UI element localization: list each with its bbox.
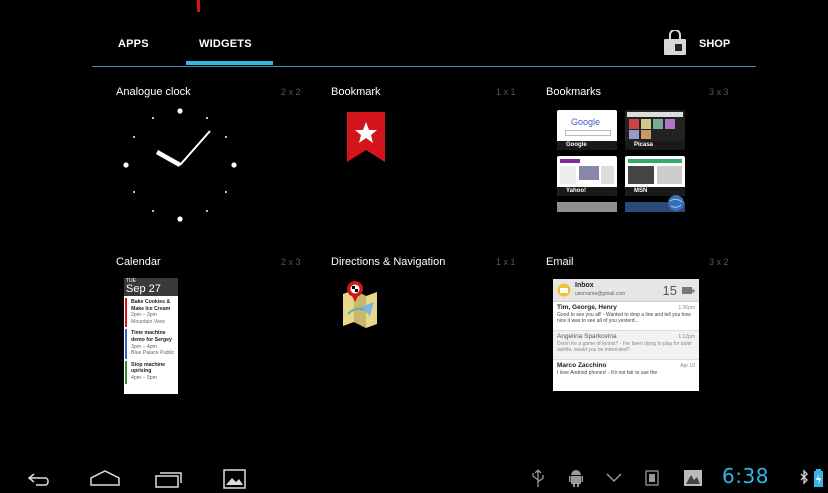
event-title: Stop machine uprising [131, 361, 166, 375]
event-place: Mountain View [131, 318, 165, 325]
event-time: 4pm – 5pm [131, 374, 157, 381]
thumb-sidebar [601, 166, 614, 184]
calendar-event: Stop machine uprising 4pm – 5pm [125, 360, 177, 384]
calendar-preview[interactable]: TUE Sep 27 Bake Cookies & Make Ice Cream… [124, 278, 178, 394]
email-folder: Inbox [575, 282, 594, 289]
tab-apps[interactable]: APPS [118, 38, 149, 50]
system-bar [0, 457, 828, 493]
widget-title-bookmarks: Bookmarks [546, 86, 602, 98]
android-debug-icon [569, 470, 583, 487]
email-account: username@gmail.com [575, 291, 626, 297]
email-message: Tim, George, Henry 1:36pm Good to see yo… [553, 302, 699, 331]
email-snippet: I love Android phones! - It's not fair t… [557, 370, 658, 376]
recent-apps-icon[interactable] [154, 470, 184, 488]
event-title: Bake Cookies & Make Ice Cream [131, 299, 171, 312]
globe-icon [668, 195, 684, 211]
tab-widgets[interactable]: WIDGETS [199, 38, 252, 50]
usb-icon [532, 469, 544, 487]
thumb-header [560, 159, 580, 163]
back-icon[interactable] [26, 472, 54, 486]
widget-title-analogue-clock: Analogue clock [116, 86, 191, 98]
email-sender: Tim, George, Henry [557, 304, 617, 311]
sd-card-icon [645, 470, 659, 486]
event-time: 3pm – 4pm [131, 343, 157, 350]
widget-title-bookmark: Bookmark [331, 86, 381, 98]
event-title: Time machine demo for Sergey [131, 330, 172, 343]
calendar-event: Time machine demo for Sergey 3pm – 4pm B… [125, 329, 177, 359]
bookmark-thumb-partial [557, 202, 617, 212]
thumb-text [657, 166, 682, 184]
widget-title-directions: Directions & Navigation [331, 256, 446, 268]
clock-icon[interactable] [120, 106, 240, 224]
bookmark-thumb-picasa[interactable]: Picasa [625, 110, 685, 150]
event-place: Blue Palace Public [131, 350, 175, 357]
thumb-sidebar [560, 166, 576, 184]
widget-title-calendar: Calendar [116, 256, 161, 268]
notification-marker [197, 0, 200, 12]
bookmark-caption: Yahoo! [557, 187, 617, 196]
thumb-photo [641, 119, 651, 129]
widget-size-bookmarks: 3 x 3 [709, 87, 729, 97]
email-header: Inbox username@gmail.com 15 [553, 279, 699, 302]
screenshot-icon[interactable] [223, 469, 246, 489]
gallery-notification-icon [684, 470, 702, 486]
device-frame [0, 0, 828, 493]
email-sender: Marco Zacchino [557, 362, 607, 369]
google-search-box [565, 130, 611, 136]
email-unread-count: 15 [662, 283, 677, 298]
widget-size-email: 3 x 2 [709, 257, 729, 267]
widget-size-analogue-clock: 2 x 2 [281, 87, 301, 97]
thumb-photo [665, 119, 675, 129]
inbox-icon [557, 283, 571, 297]
thumb-photo [653, 119, 663, 129]
clock-time: 6:38 [722, 464, 769, 488]
thumb-header [627, 112, 683, 117]
active-tab-indicator [186, 61, 273, 65]
bookmark-thumb-google[interactable]: Google Google [557, 110, 617, 150]
calendar-event: Bake Cookies & Make Ice Cream 2pm – 3pm … [125, 298, 177, 328]
email-snippet: Down for a game of tennis? - I've been d… [557, 341, 692, 353]
email-message: Marco Zacchino Apr 10 I love Android pho… [553, 360, 699, 389]
event-time: 2pm – 3pm [131, 312, 157, 319]
tab-divider [92, 66, 756, 67]
email-message: Angelina Sparkovina 1:12pm Down for a ga… [553, 331, 699, 360]
thumb-photo [629, 130, 639, 139]
google-logo-text: Google [571, 117, 601, 127]
calendar-date: Sep 27 [126, 283, 161, 295]
widget-size-bookmark: 1 x 1 [496, 87, 516, 97]
email-time: 1:12pm [678, 334, 695, 340]
calendar-header: TUE Sep 27 [124, 278, 178, 296]
thumb-photo [579, 166, 599, 180]
widget-title-email: Email [546, 256, 574, 268]
map-icon[interactable] [340, 278, 380, 332]
chevron-down-icon [606, 473, 622, 483]
email-snippet: Good to see you all! - Wanted to drop a … [557, 312, 691, 324]
compose-icon [682, 287, 695, 294]
thumb-photo [629, 119, 639, 129]
battery-charging-icon [814, 469, 823, 487]
widget-size-directions: 1 x 1 [496, 257, 516, 267]
shop-button[interactable]: SHOP [699, 38, 730, 50]
bluetooth-icon [800, 469, 808, 485]
shopping-bag-icon[interactable] [663, 30, 687, 56]
thumb-header [628, 159, 682, 163]
email-time: Apr 10 [680, 363, 695, 369]
bookmark-thumb-msn[interactable]: MSN [625, 156, 685, 196]
bookmarks-grid[interactable]: Google Google Picasa Yahoo! MSN [557, 110, 687, 214]
bookmark-caption: Picasa [625, 141, 685, 150]
bookmark-caption: Google [557, 141, 617, 150]
thumb-photo [641, 130, 651, 139]
email-sender: Angelina Sparkovina [557, 333, 617, 340]
bookmark-icon[interactable] [347, 112, 385, 162]
widget-size-calendar: 2 x 3 [281, 257, 301, 267]
email-time: 1:36pm [678, 305, 695, 311]
bookmark-thumb-yahoo[interactable]: Yahoo! [557, 156, 617, 196]
thumb-photo [628, 166, 654, 184]
home-icon[interactable] [89, 470, 121, 486]
email-preview[interactable]: Inbox username@gmail.com 15 Tim, George,… [553, 279, 699, 391]
